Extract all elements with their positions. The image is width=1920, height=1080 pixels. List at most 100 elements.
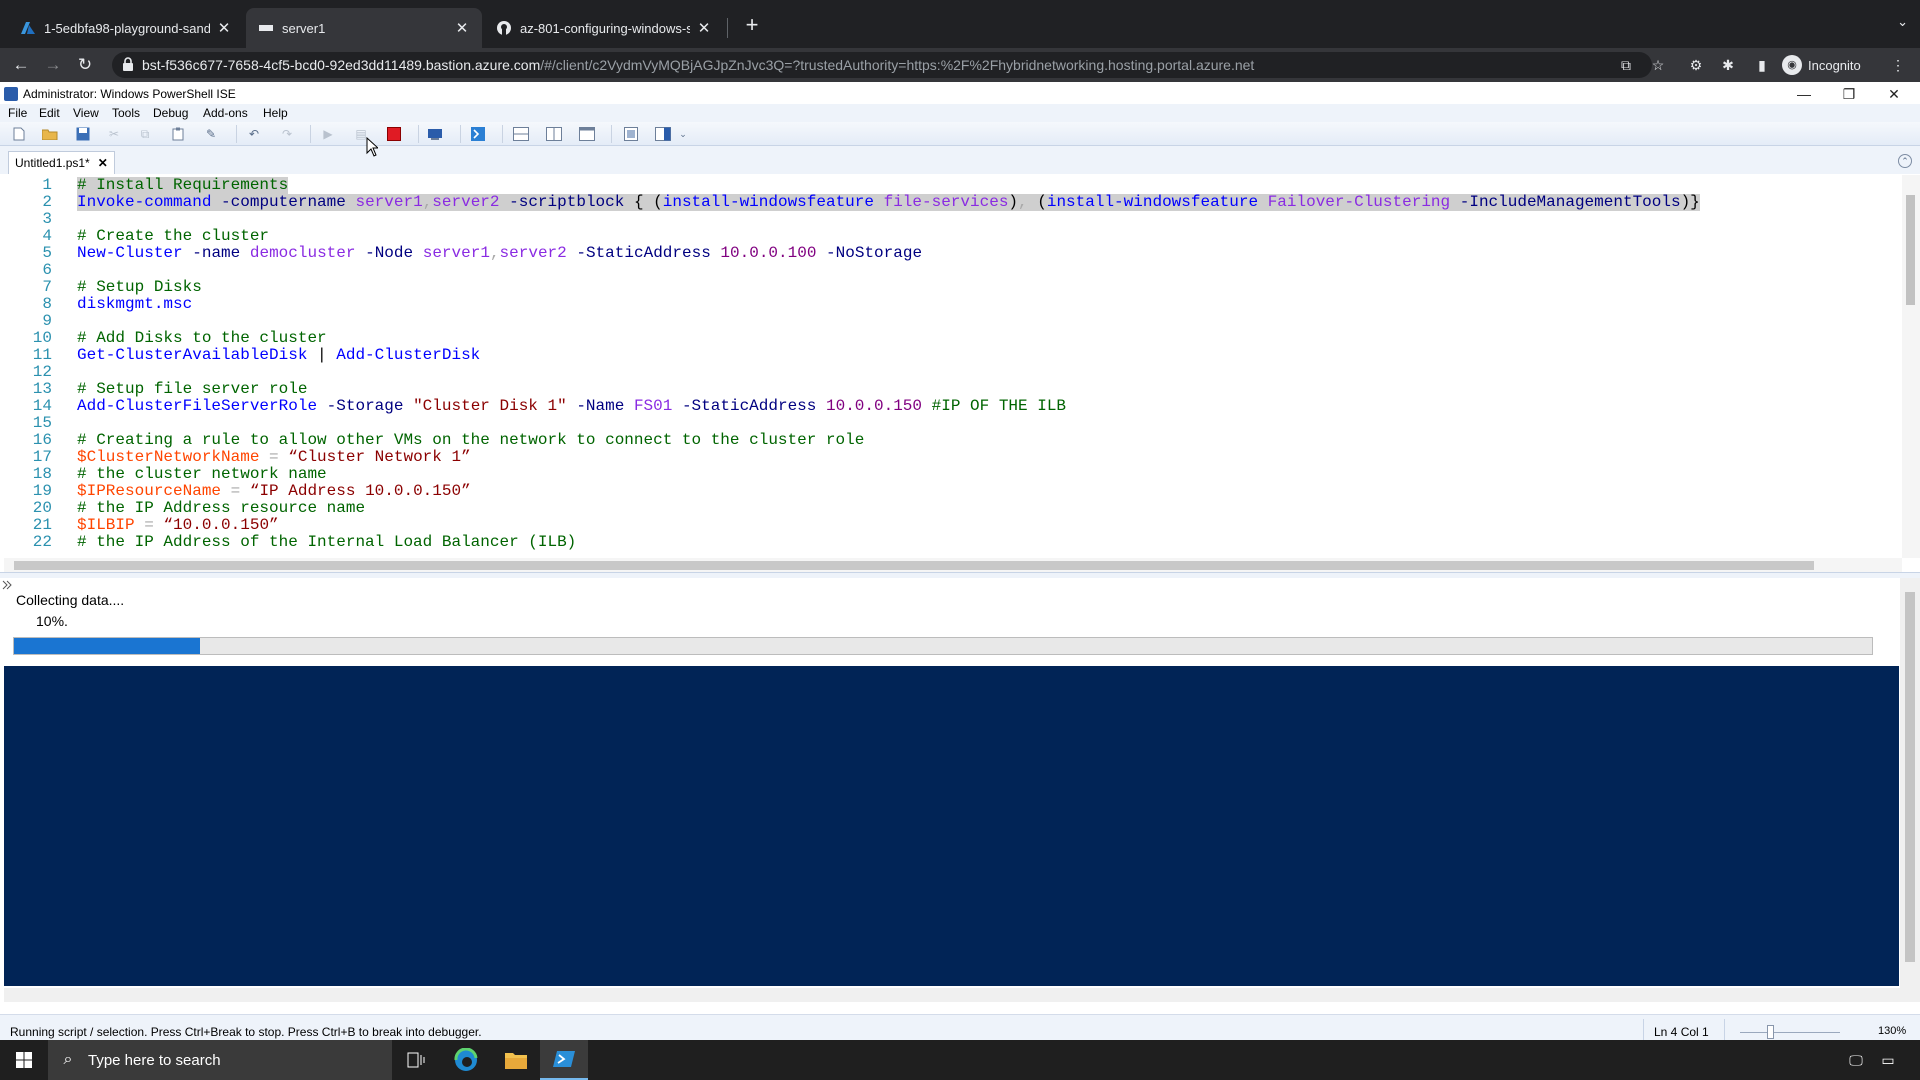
more-menu-icon[interactable]: ⋮: [1888, 55, 1908, 75]
windows-start-icon[interactable]: [0, 1040, 48, 1080]
redo-icon[interactable]: ↷: [278, 125, 296, 143]
code-text: $ILBIP = “10.0.0.150”: [77, 517, 279, 534]
taskbar-search-box[interactable]: ⌕ Type here to search: [48, 1040, 392, 1080]
code-token: -name: [192, 244, 241, 262]
menu-help[interactable]: Help: [263, 106, 288, 120]
show-script-pane-maximized-icon[interactable]: [578, 125, 596, 143]
toolbar-divider: [418, 125, 419, 143]
cursor-position: Ln 4 Col 1: [1654, 1025, 1709, 1039]
notifications-icon[interactable]: ▭: [1878, 1050, 1898, 1070]
script-editor[interactable]: 1 # Install Requirements 2 Invoke-command -…: [4, 175, 1902, 558]
close-window-button[interactable]: ✕: [1879, 84, 1909, 104]
address-bar[interactable]: bst-f536c677-7658-4cf5-bcd0-92ed3dd11489…: [112, 52, 1652, 78]
expand-chevron-icon[interactable]: [2, 580, 14, 592]
file-explorer-icon[interactable]: [492, 1040, 540, 1080]
zoom-level: 130%: [1878, 1025, 1907, 1037]
reload-icon[interactable]: ↻: [74, 54, 96, 76]
line-number: 9: [42, 312, 52, 330]
show-command-window-icon[interactable]: [622, 125, 640, 143]
show-command-addon-icon[interactable]: [654, 125, 672, 143]
paste-icon[interactable]: [169, 125, 187, 143]
close-icon[interactable]: ✕: [216, 19, 232, 37]
code-text: # the IP Address of the Internal Load Ba…: [77, 534, 576, 551]
editor-vertical-scrollbar[interactable]: [1902, 175, 1920, 558]
code-token: # the IP Address of the Internal Load Ba…: [77, 533, 577, 551]
windows-taskbar: ⌕ Type here to search 🖵 ▭: [0, 1040, 1920, 1080]
browser-tab-github[interactable]: az-801-configuring-windows-s ✕: [484, 8, 724, 48]
menu-debug[interactable]: Debug: [153, 106, 188, 120]
toolbar-divider: [460, 125, 461, 143]
task-view-icon[interactable]: [392, 1040, 440, 1080]
scrollbar-thumb[interactable]: [14, 561, 1814, 570]
extension-puzzle-icon[interactable]: ⚙: [1686, 55, 1706, 75]
scrollbar-thumb[interactable]: [1906, 195, 1915, 305]
edge-browser-icon[interactable]: [442, 1040, 490, 1080]
remote-powershell-icon[interactable]: [427, 125, 445, 143]
restore-button[interactable]: ❐: [1834, 84, 1864, 104]
code-token: $ILBIP: [77, 516, 135, 534]
network-icon[interactable]: 🖵: [1846, 1050, 1866, 1070]
minimize-button[interactable]: —: [1789, 84, 1819, 104]
browser-tab-azure-sandbox[interactable]: 1-5edbfa98-playground-sandb ✕: [8, 8, 244, 48]
show-script-pane-right-icon[interactable]: [545, 125, 563, 143]
incognito-icon: ◉: [1782, 55, 1802, 75]
collapse-script-pane-icon[interactable]: ⌃: [1898, 154, 1912, 168]
zoom-slider[interactable]: [1740, 1032, 1840, 1033]
progress-bar: [13, 637, 1873, 655]
console-vertical-scrollbar[interactable]: [1900, 578, 1920, 988]
save-icon[interactable]: [74, 125, 92, 143]
cut-icon[interactable]: ✂: [105, 125, 123, 143]
browser-toolbar: ← → ↻ bst-f536c677-7658-4cf5-bcd0-92ed3d…: [0, 48, 1920, 82]
extensions-icon[interactable]: ✱: [1718, 55, 1738, 75]
line-number: 1: [42, 176, 52, 194]
code-token: “IP Address 10.0.0.150”: [249, 482, 471, 500]
share-icon[interactable]: ⧉: [1616, 55, 1636, 75]
script-tab-untitled1[interactable]: Untitled1.ps1* ✕: [8, 151, 115, 174]
code-token: # the IP Address resource name: [77, 499, 366, 517]
code-text: # the IP Address resource name: [77, 500, 365, 517]
open-folder-icon[interactable]: [41, 125, 59, 143]
powershell-ise-taskbar-icon[interactable]: [540, 1040, 588, 1080]
zoom-slider-thumb[interactable]: [1767, 1025, 1774, 1039]
close-icon[interactable]: ✕: [696, 19, 712, 37]
code-token: New-Cluster: [77, 244, 183, 262]
editor-horizontal-scrollbar[interactable]: [4, 558, 1902, 572]
bastion-icon: [258, 20, 274, 36]
clear-icon[interactable]: ✎: [202, 125, 220, 143]
code-token: )}: [1680, 193, 1700, 211]
scrollbar-thumb[interactable]: [1905, 592, 1915, 962]
star-icon[interactable]: ☆: [1648, 55, 1668, 75]
menu-file[interactable]: File: [8, 106, 27, 120]
incognito-badge[interactable]: ◉ Incognito: [1782, 53, 1861, 77]
console-pane[interactable]: [4, 666, 1899, 986]
close-icon[interactable]: ✕: [98, 156, 108, 170]
chevron-down-icon[interactable]: ⌄: [1897, 14, 1908, 30]
show-script-pane-top-icon[interactable]: [512, 125, 530, 143]
browser-tab-server1[interactable]: server1 ✕: [246, 8, 482, 48]
menu-view[interactable]: View: [73, 106, 99, 120]
new-tab-button[interactable]: +: [738, 12, 766, 40]
console-horizontal-scrollbar[interactable]: [4, 988, 1920, 1002]
undo-icon[interactable]: ↶: [245, 125, 263, 143]
code-token: "Cluster Disk 1": [413, 397, 567, 415]
forward-icon[interactable]: →: [42, 54, 64, 76]
menu-add-ons[interactable]: Add-ons: [203, 106, 248, 120]
menu-edit[interactable]: Edit: [39, 106, 60, 120]
new-file-icon[interactable]: [10, 125, 28, 143]
stop-icon[interactable]: [385, 125, 403, 143]
menu-tools[interactable]: Tools: [112, 106, 140, 120]
start-powershell-icon[interactable]: [469, 125, 487, 143]
copy-icon[interactable]: ⧉: [136, 125, 154, 143]
toolbar-overflow-icon[interactable]: ⌄: [678, 125, 688, 143]
close-icon[interactable]: ✕: [454, 19, 470, 37]
side-panel-icon[interactable]: ▮: [1752, 55, 1772, 75]
line-number: 10: [32, 329, 52, 347]
code-text: # the cluster network name: [77, 466, 327, 483]
back-icon[interactable]: ←: [10, 54, 32, 76]
code-token: =: [221, 482, 250, 500]
status-message: Running script / selection. Press Ctrl+B…: [10, 1025, 482, 1039]
code-token: -scriptblock: [509, 193, 625, 211]
run-script-icon[interactable]: ▶: [319, 125, 337, 143]
